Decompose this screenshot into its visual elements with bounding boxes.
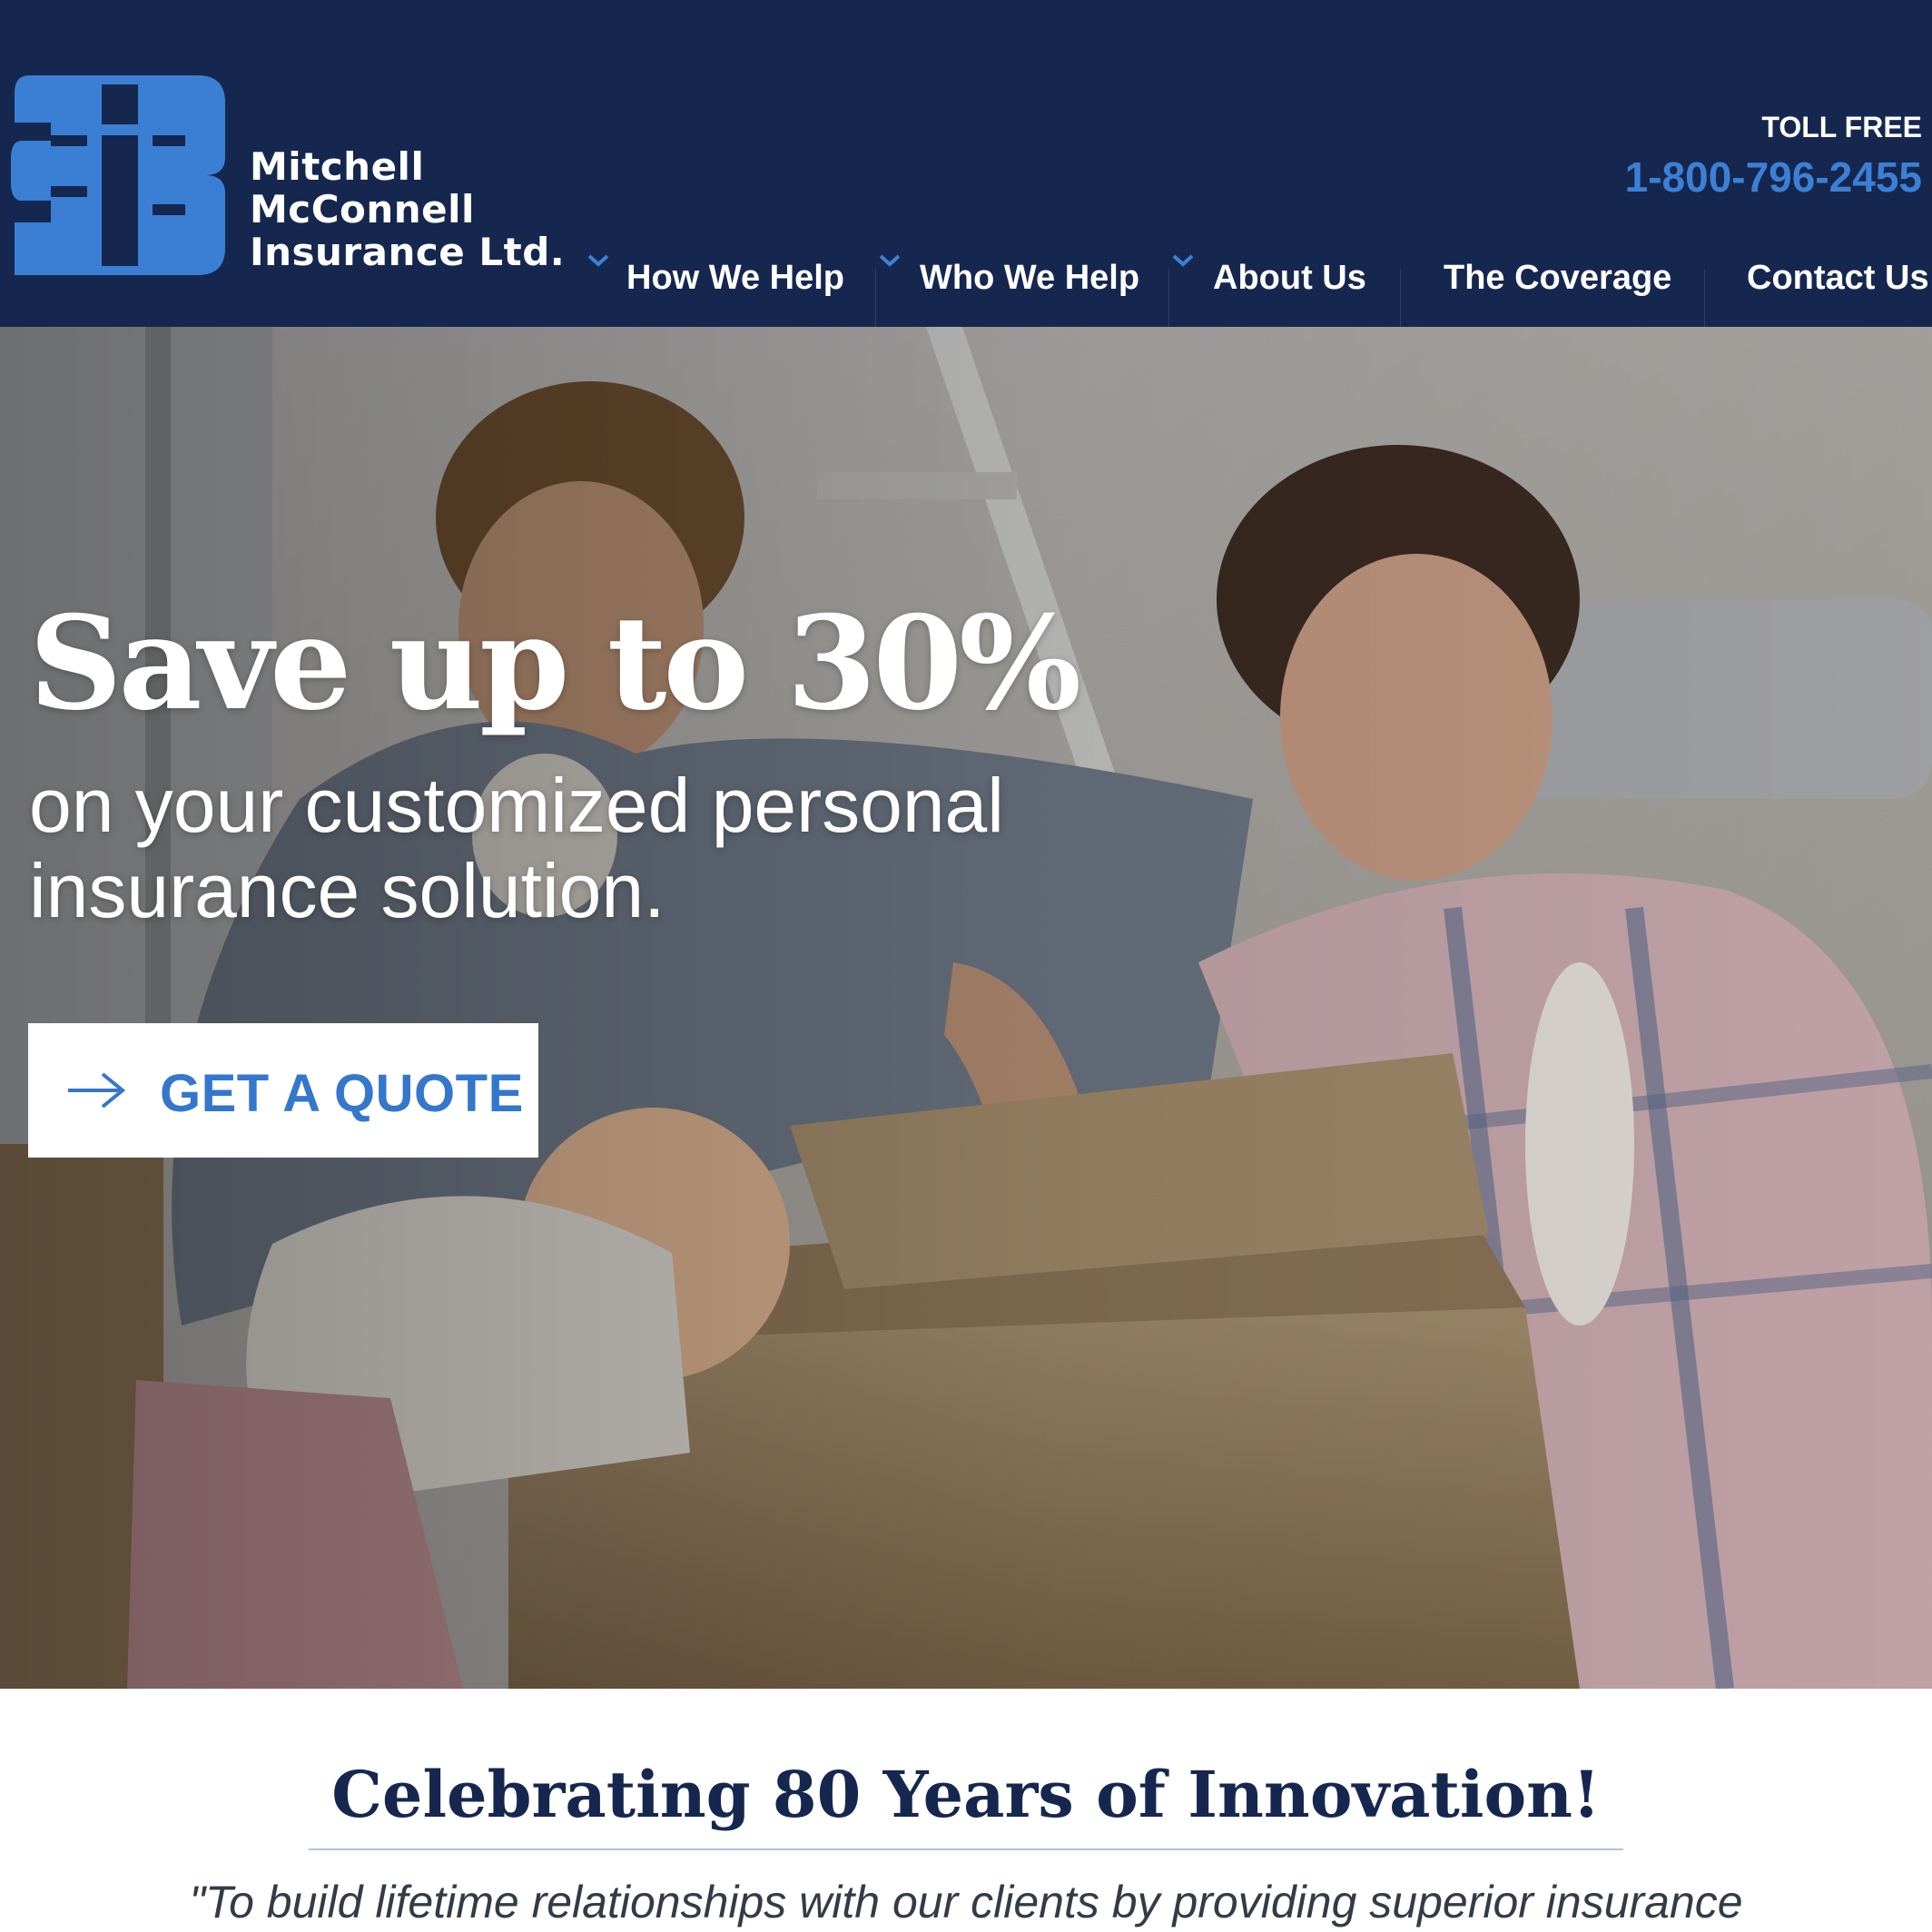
chevron-down-icon	[1172, 254, 1194, 267]
nav-item-how-we-help[interactable]: How We Help	[585, 245, 857, 327]
nav-label: Who We Help	[920, 259, 1140, 297]
logo-line-2: McConnell	[250, 187, 475, 232]
hero-headline: Save up to 30%	[29, 588, 1081, 739]
hero-photo	[0, 327, 1932, 1689]
site-header: Mitchell McConnell Insurance Ltd. TOLL F…	[0, 0, 1932, 327]
arrow-right-icon	[68, 1072, 126, 1109]
logo-line-1: Mitchell	[250, 144, 425, 189]
toll-free-label: TOLL FREE	[1761, 111, 1922, 143]
nav-label: The Coverage	[1444, 259, 1672, 297]
toll-free-phone-link[interactable]: 1-800-796-2455	[1625, 153, 1922, 202]
nav-item-about-us[interactable]: About Us	[1170, 245, 1397, 327]
main-nav: How We Help Who We Help About Us The Cov…	[0, 245, 1932, 327]
mission-quote: "To build lifetime relationships with ou…	[189, 1877, 1743, 1927]
section-title: Celebrating 80 Years of Innovation!	[331, 1757, 1601, 1832]
nav-divider	[1400, 269, 1401, 327]
nav-item-who-we-help[interactable]: Who We Help	[877, 245, 1149, 327]
get-a-quote-button[interactable]: GET A QUOTE	[28, 1023, 538, 1158]
chevron-down-icon	[879, 254, 901, 267]
chevron-down-icon	[587, 254, 609, 267]
nav-label: Contact Us	[1747, 259, 1929, 297]
hero-subheadline: on your customized personal insurance so…	[29, 763, 1004, 933]
hero-banner: Save up to 30% on your customized person…	[0, 327, 1932, 1689]
nav-divider	[1168, 269, 1169, 327]
nav-label: How We Help	[626, 259, 844, 297]
nav-item-contact-us[interactable]: Contact Us	[1747, 245, 1929, 327]
nav-label: About Us	[1213, 259, 1366, 297]
get-a-quote-label: GET A QUOTE	[160, 1064, 524, 1123]
nav-item-the-coverage[interactable]: The Coverage	[1444, 245, 1698, 327]
nav-divider	[1704, 269, 1705, 327]
section-divider	[309, 1848, 1623, 1850]
nav-divider	[875, 269, 876, 327]
